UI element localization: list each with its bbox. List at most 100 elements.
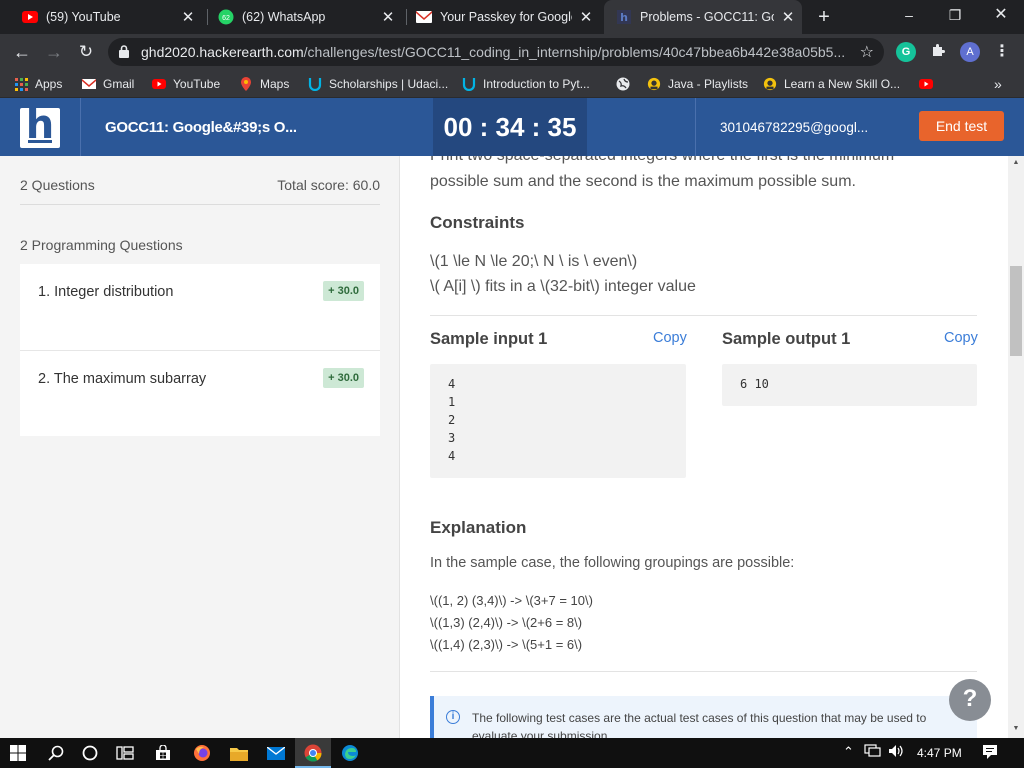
bookmark-star-icon[interactable]: ☆ (860, 42, 874, 62)
file-explorer-icon[interactable] (229, 743, 249, 763)
profile-avatar[interactable]: A (960, 42, 980, 62)
info-icon: i (446, 710, 460, 724)
volume-icon[interactable] (888, 744, 906, 761)
bookmark-java-playlists[interactable]: Java - Playlists (647, 75, 748, 93)
close-icon[interactable]: ✕ (578, 8, 594, 26)
question-item-1[interactable]: 1. Integer distribution + 30.0 (20, 264, 380, 350)
tray-chevron-icon[interactable]: ⌃ (843, 744, 854, 760)
copy-output-button[interactable]: Copy (944, 330, 978, 346)
tab-youtube[interactable]: (59) YouTube ✕ (14, 0, 202, 34)
firefox-icon[interactable] (192, 743, 212, 763)
gmail-icon (82, 77, 96, 91)
whatsapp-badge: 62 (222, 15, 230, 22)
section-divider (430, 671, 977, 672)
maps-pin-icon (239, 77, 253, 91)
bookmark-udacity-python[interactable]: Introduction to Pyt... (462, 75, 590, 93)
hackerearth-logo[interactable]: h (20, 102, 60, 148)
browser-toolbar: ← → ↻ ghd2020.hackerearth.com/challenges… (0, 34, 1024, 70)
section-label: 2 Programming Questions (20, 237, 183, 253)
close-icon[interactable]: ✕ (380, 8, 396, 26)
tab-title: Your Passkey for Google' (440, 10, 572, 24)
bookmark-learn-skill[interactable]: Learn a New Skill O... (763, 75, 900, 93)
sample-input-line: 2 (448, 413, 456, 427)
timer-box: 00 : 34 : 35 (433, 98, 587, 156)
clock[interactable]: 4:47 PM (917, 746, 962, 760)
scroll-down-arrow[interactable]: ▼ (1008, 722, 1024, 736)
bookmark-gmail[interactable]: Gmail (82, 75, 134, 93)
address-bar[interactable]: ghd2020.hackerearth.com/challenges/test/… (108, 38, 884, 66)
tab-whatsapp[interactable]: 62 (62) WhatsApp ✕ (210, 0, 402, 34)
gmail-icon (416, 9, 432, 25)
more-bookmarks-button[interactable]: » (994, 75, 1002, 93)
playlist-icon (763, 77, 777, 91)
back-button[interactable]: ← (10, 40, 34, 64)
scrollbar-thumb[interactable] (1010, 266, 1022, 356)
bookmark-globe[interactable] (616, 75, 637, 93)
end-test-button[interactable]: End test (919, 111, 1004, 141)
browser-tab-bar: (59) YouTube ✕ 62 (62) WhatsApp ✕ Your P… (0, 0, 1024, 34)
user-email: 301046782295@googl... (720, 120, 869, 135)
tab-title: Problems - GOCC11: Goo (640, 10, 774, 24)
constraint-line: \( A[i] \) fits in a \(32-bit\) integer … (430, 278, 696, 295)
bookmark-apps[interactable]: Apps (14, 75, 62, 93)
notifications-icon[interactable] (982, 744, 998, 763)
problem-content: Print two space-separated integers where… (401, 156, 1008, 738)
bookmark-label: Maps (260, 77, 290, 91)
scroll-up-arrow[interactable]: ▲ (1008, 156, 1024, 170)
reload-button[interactable]: ↻ (74, 40, 98, 64)
total-score: Total score: 60.0 (277, 177, 380, 193)
browser-menu-icon[interactable]: ⋮ (992, 42, 1012, 62)
bookmark-maps[interactable]: Maps (239, 75, 289, 93)
close-icon[interactable]: ✕ (780, 8, 796, 26)
bookmark-label: Introduction to Pyt... (483, 77, 590, 91)
search-icon[interactable] (46, 743, 66, 763)
playlist-icon (647, 77, 661, 91)
minimize-button[interactable]: – (886, 0, 932, 30)
question-item-2[interactable]: 2. The maximum subarray + 30.0 (20, 350, 380, 436)
score-badge: + 30.0 (323, 368, 364, 388)
constraint-line: \(1 \le N \le 20;\ N \ is \ even\) (430, 253, 638, 270)
tab-gmail[interactable]: Your Passkey for Google' ✕ (408, 0, 600, 34)
bookmark-udacity-scholarships[interactable]: Scholarships | Udaci... (308, 75, 448, 93)
whatsapp-icon: 62 (218, 9, 234, 25)
sample-output-line: 6 10 (740, 377, 769, 391)
new-tab-button[interactable]: + (812, 4, 836, 30)
sidebar-divider (20, 204, 380, 205)
question-title: 2. The maximum subarray (38, 371, 207, 387)
network-icon[interactable] (864, 744, 882, 761)
window-close-button[interactable]: ✕ (978, 0, 1024, 30)
page-scrollbar[interactable] (1008, 156, 1024, 738)
task-view-icon[interactable] (115, 743, 135, 763)
bookmarks-bar: Apps Gmail YouTube Maps Scholarships | U… (0, 70, 1024, 98)
mail-icon[interactable] (266, 743, 286, 763)
restore-button[interactable]: ❐ (932, 0, 978, 30)
header-divider (695, 98, 696, 156)
bookmark-label: Scholarships | Udaci... (329, 77, 449, 91)
cortana-icon[interactable] (80, 743, 100, 763)
puzzle-extensions-icon[interactable] (928, 42, 948, 62)
sample-input-line: 1 (448, 395, 456, 409)
grammarly-extension-icon[interactable]: G (896, 42, 916, 62)
lock-icon (119, 45, 129, 58)
copy-input-button[interactable]: Copy (653, 330, 687, 346)
edge-icon[interactable] (340, 743, 360, 763)
youtube-icon (919, 77, 933, 91)
chrome-icon[interactable] (303, 743, 323, 763)
globe-icon (616, 77, 630, 91)
tab-title: (62) WhatsApp (242, 10, 326, 24)
bookmark-youtube-2[interactable] (919, 75, 940, 93)
question-title: 1. Integer distribution (38, 284, 174, 300)
section-divider (430, 315, 977, 316)
sample-output-box: 6 10 (722, 364, 977, 406)
explanation-intro: In the sample case, the following groupi… (430, 555, 795, 571)
note-text: The following test cases are the actual … (472, 711, 927, 738)
forward-button[interactable]: → (42, 40, 66, 64)
youtube-icon (22, 9, 38, 25)
bookmark-label: Gmail (103, 77, 135, 91)
close-icon[interactable]: ✕ (180, 8, 196, 26)
tab-hackerearth-active[interactable]: h Problems - GOCC11: Goo ✕ (604, 0, 802, 34)
store-icon[interactable] (153, 743, 173, 763)
start-icon[interactable] (8, 743, 28, 763)
bookmark-youtube[interactable]: YouTube (152, 75, 220, 93)
help-button[interactable]: ? (949, 679, 991, 721)
